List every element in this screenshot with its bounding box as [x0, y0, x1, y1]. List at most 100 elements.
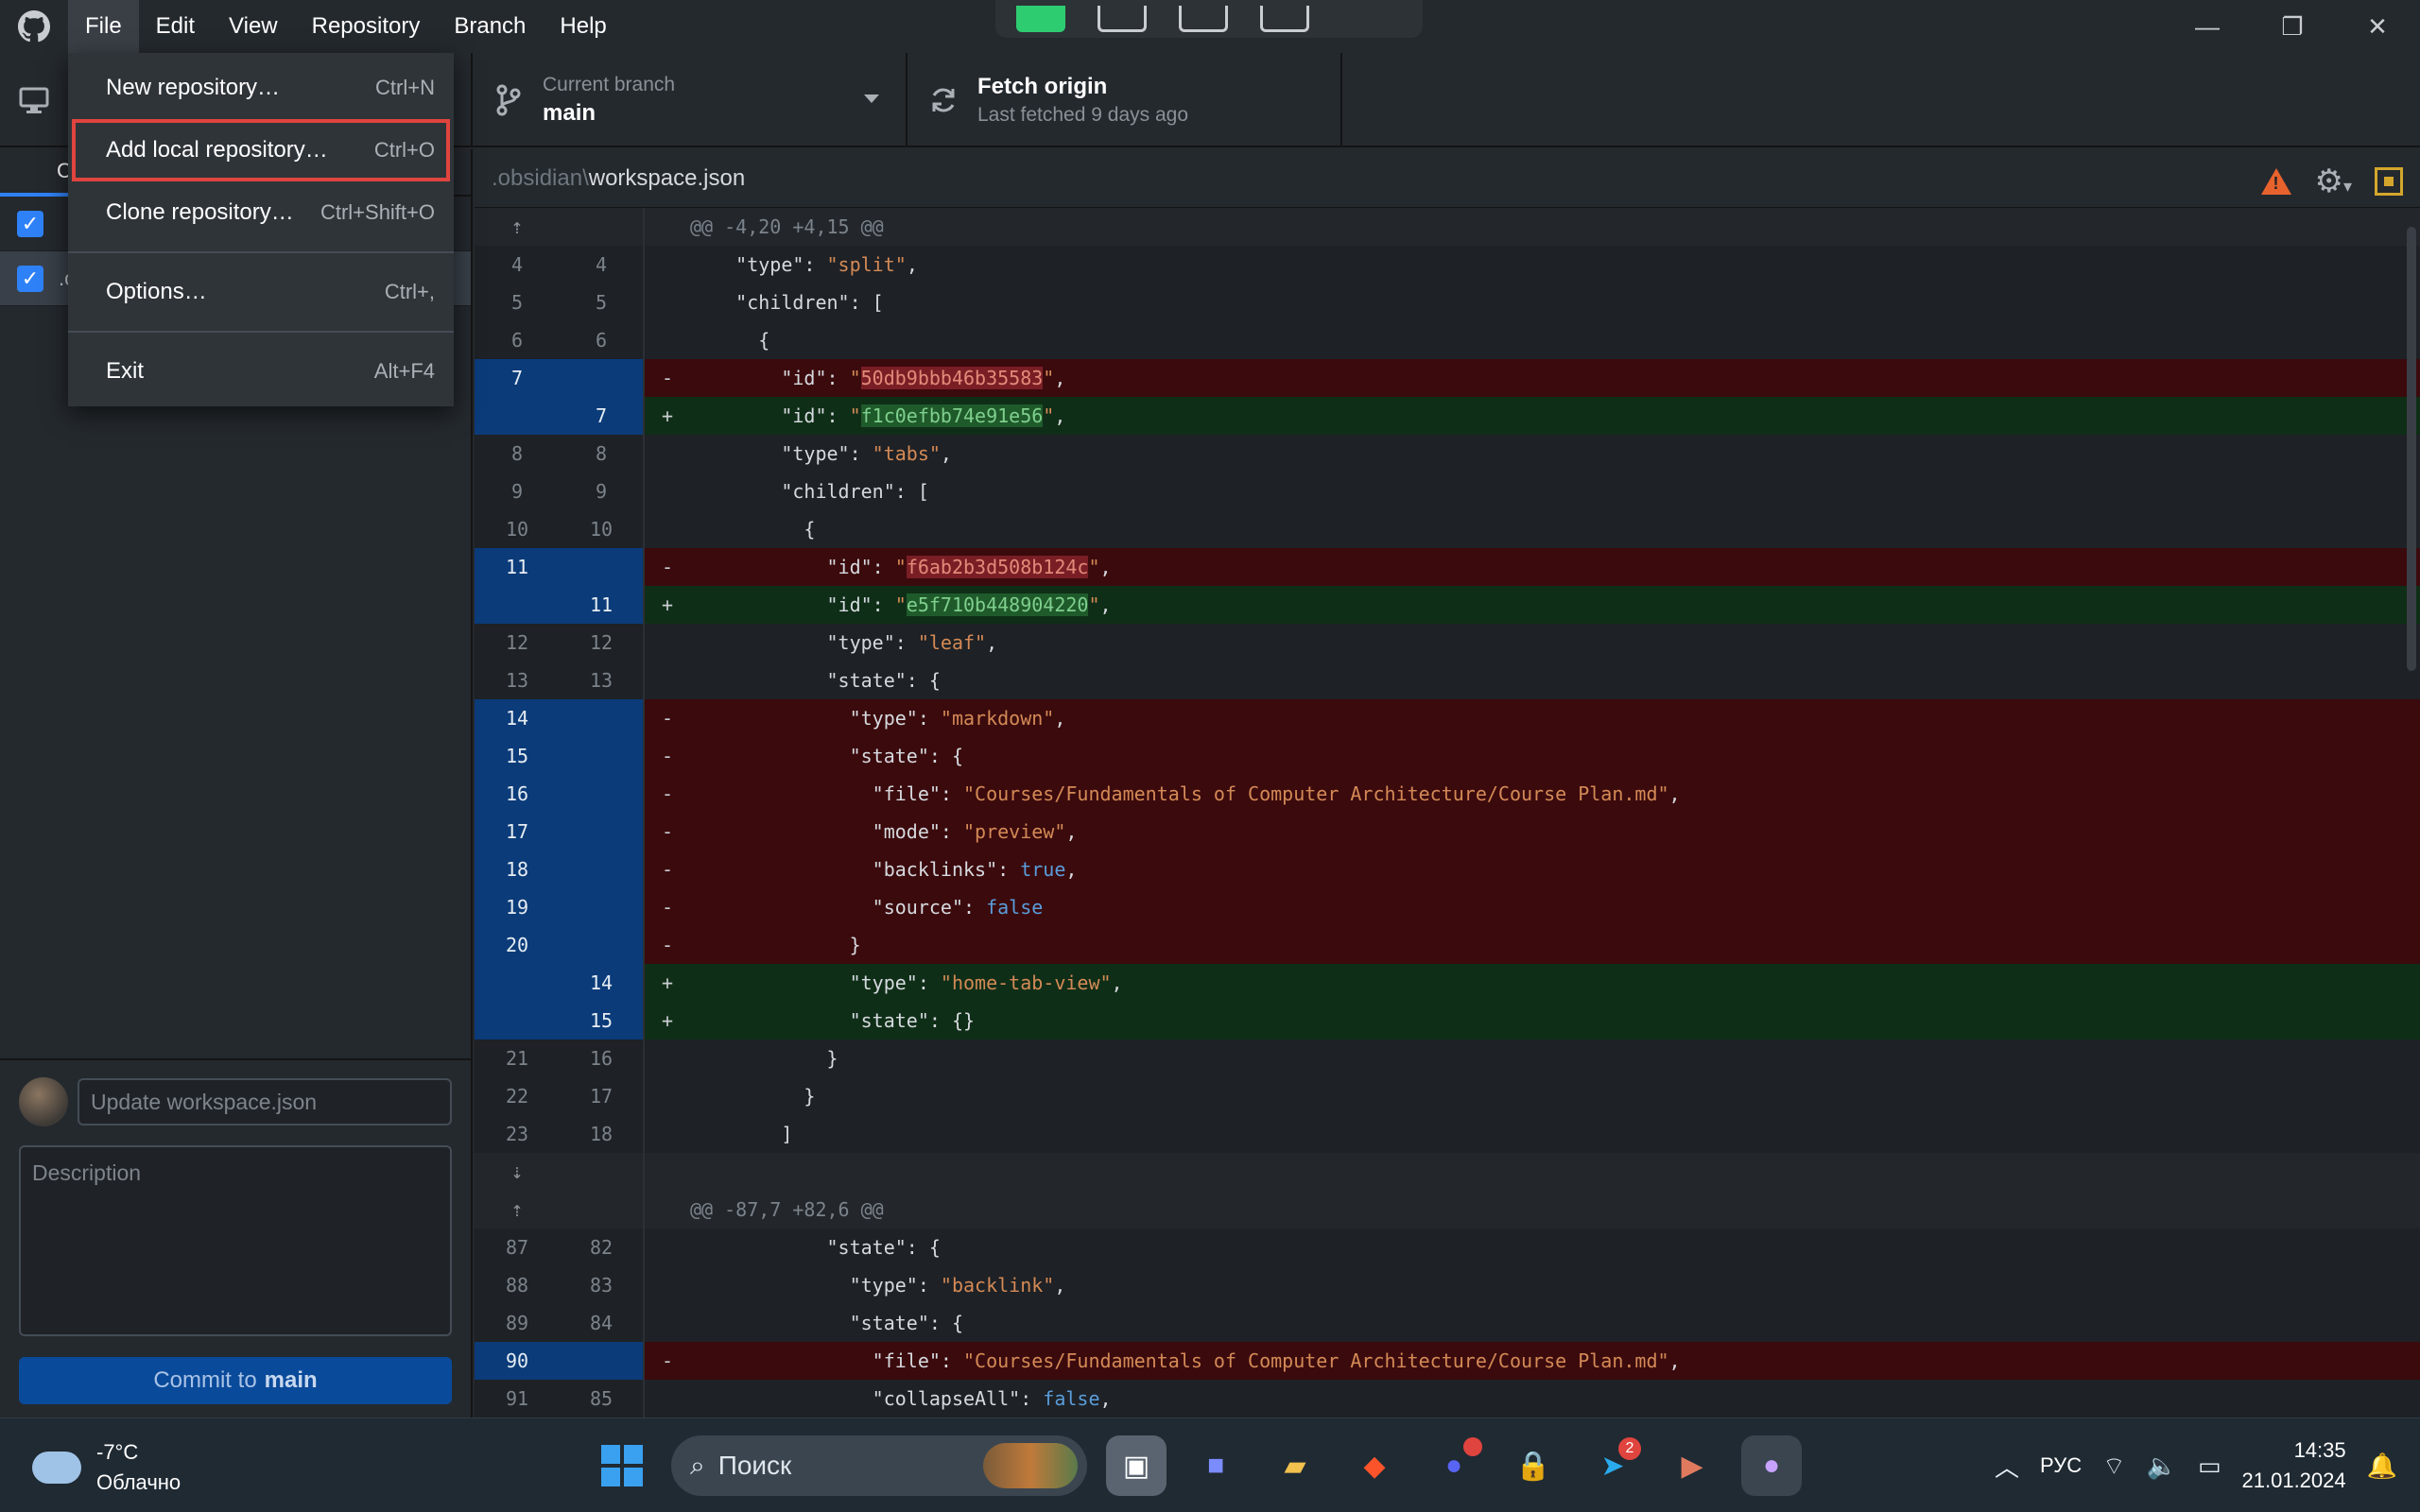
monitor-icon: [17, 83, 51, 117]
snap-layout-4-icon[interactable]: [1260, 6, 1309, 32]
menu-item-shortcut: Ctrl+,: [384, 280, 435, 303]
expand-up-icon[interactable]: ⇡: [475, 1191, 560, 1228]
snap-close-icon[interactable]: [1341, 6, 1375, 32]
gear-icon[interactable]: ⚙▾: [2314, 163, 2352, 200]
diff-line-removed[interactable]: 18 - "backlinks": true,: [475, 850, 2420, 888]
diff-line-removed[interactable]: 11 - "id": "f6ab2b3d508b124c",: [475, 548, 2420, 586]
volume-icon[interactable]: 🔈: [2147, 1452, 2177, 1481]
diff-options-icon[interactable]: [2375, 167, 2403, 196]
diff-line-context[interactable]: 88 83 "type": "backlink",: [475, 1266, 2420, 1304]
start-button[interactable]: [592, 1435, 652, 1496]
discord-icon[interactable]: ●: [1424, 1435, 1484, 1496]
diff-line-removed[interactable]: 14 - "type": "markdown",: [475, 699, 2420, 737]
diff-line-added[interactable]: 7 + "id": "f1c0efbb74e91e56",: [475, 397, 2420, 435]
commit-description-input[interactable]: Description: [19, 1145, 452, 1336]
fetch-origin-button[interactable]: Fetch origin Last fetched 9 days ago: [908, 53, 1342, 147]
old-line-number: 18: [475, 850, 560, 888]
menu-branch[interactable]: Branch: [437, 0, 543, 53]
commit-summary-input[interactable]: Update workspace.json: [78, 1078, 452, 1125]
diff-line-context[interactable]: 22 17 }: [475, 1077, 2420, 1115]
diff-line-removed[interactable]: 17 - "mode": "preview",: [475, 813, 2420, 850]
expand-down-icon[interactable]: ⇣: [475, 1153, 560, 1191]
new-line-number: 8: [560, 435, 645, 472]
diff-line-added[interactable]: 11 + "id": "e5f710b448904220",: [475, 586, 2420, 624]
old-line-number: 12: [505, 631, 529, 654]
media-player-icon[interactable]: ▶: [1662, 1435, 1722, 1496]
wifi-icon[interactable]: ⌔: [2102, 1451, 2125, 1482]
battery-icon[interactable]: ▭: [2198, 1452, 2221, 1481]
diff-line-context[interactable]: 10 10 {: [475, 510, 2420, 548]
file-path-name: workspace.json: [588, 164, 746, 191]
language-indicator[interactable]: РУС: [2040, 1453, 2082, 1478]
diff-line-removed[interactable]: 7 - "id": "50db9bbb46b35583",: [475, 359, 2420, 397]
telegram-icon[interactable]: ➤ 2: [1582, 1435, 1643, 1496]
close-button[interactable]: ✕: [2335, 0, 2420, 53]
expand-up-icon[interactable]: ⇡: [475, 208, 560, 246]
diff-line-context[interactable]: 6 6 {: [475, 321, 2420, 359]
menu-item-clone-repository[interactable]: Clone repository… Ctrl+Shift+O: [68, 181, 454, 244]
taskbar-search[interactable]: ⌕ Поиск: [671, 1435, 1087, 1496]
menu-item-exit[interactable]: Exit Alt+F4: [68, 340, 454, 403]
new-line-number: 83: [560, 1266, 645, 1304]
menu-view[interactable]: View: [212, 0, 295, 53]
snap-layout-1-icon[interactable]: [1016, 6, 1065, 32]
menu-edit[interactable]: Edit: [139, 0, 212, 53]
diff-line-added[interactable]: 15 + "state": {}: [475, 1002, 2420, 1040]
diff-line-context[interactable]: 89 84 "state": {: [475, 1304, 2420, 1342]
diff-sign: -: [661, 745, 674, 767]
diff-line-context[interactable]: 12 12 "type": "leaf",: [475, 624, 2420, 662]
file-checkbox[interactable]: ✓: [17, 265, 43, 292]
taskbar: -7°C Облачно ⌕ Поиск ▣ ■ ▰ ◆ ● 🔒 ➤ 2 ▶ ● …: [0, 1418, 2420, 1512]
code-text: "type": "backlink",: [849, 1274, 1066, 1297]
github-desktop-icon[interactable]: ●: [1741, 1435, 1802, 1496]
diff-line-added[interactable]: 14 + "type": "home-tab-view",: [475, 964, 2420, 1002]
snap-layout-2-icon[interactable]: [1098, 6, 1147, 32]
diff-line-removed[interactable]: 90 - "file": "Courses/Fundamentals of Com…: [475, 1342, 2420, 1380]
diff-line-context[interactable]: 23 18 ]: [475, 1115, 2420, 1153]
code-text: "mode": "preview",: [872, 820, 1078, 843]
diff-sign: -: [661, 556, 674, 578]
diff-line-removed[interactable]: 16 - "file": "Courses/Fundamentals of Com…: [475, 775, 2420, 813]
warning-icon[interactable]: !: [2261, 168, 2292, 195]
scrollbar[interactable]: [2407, 227, 2416, 671]
brave-browser-icon[interactable]: ◆: [1344, 1435, 1405, 1496]
hunk-header-text: @@ -87,7 +82,6 @@: [690, 1198, 884, 1221]
menu-item-add-local-repository[interactable]: Add local repository… Ctrl+O: [72, 119, 450, 181]
diff-line-context[interactable]: 21 16 }: [475, 1040, 2420, 1077]
restore-button[interactable]: ❐: [2250, 0, 2335, 53]
diff-line-context[interactable]: 13 13 "state": {: [475, 662, 2420, 699]
code-text: {: [690, 329, 770, 352]
menu-help[interactable]: Help: [543, 0, 623, 53]
diff-line-context[interactable]: 4 4 "type": "split",: [475, 246, 2420, 284]
current-branch-selector[interactable]: Current branch main: [473, 53, 908, 147]
video-chat-icon[interactable]: ■: [1185, 1435, 1246, 1496]
diff-line-context[interactable]: 9 9 "children": [: [475, 472, 2420, 510]
new-line-number: [560, 888, 645, 926]
diff-line-context[interactable]: 5 5 "children": [: [475, 284, 2420, 321]
diff-line-context[interactable]: 87 82 "state": {: [475, 1228, 2420, 1266]
notification-bell-icon[interactable]: 🔔: [2367, 1452, 2397, 1481]
minimize-button[interactable]: —: [2165, 0, 2250, 53]
code-text: "state": {: [826, 669, 941, 692]
chevron-up-icon[interactable]: ︿: [1995, 1449, 2019, 1484]
commit-button[interactable]: Commit to main: [19, 1357, 452, 1404]
diff-line-removed[interactable]: 20 - }: [475, 926, 2420, 964]
code-text: "id": "f6ab2b3d508b124c",: [826, 556, 1112, 578]
snap-layout-3-icon[interactable]: [1179, 6, 1228, 32]
lock-app-icon[interactable]: 🔒: [1503, 1435, 1564, 1496]
select-all-checkbox[interactable]: ✓: [17, 210, 43, 237]
new-line-number: 7: [560, 397, 645, 435]
diff-line-context[interactable]: 91 85 "collapseAll": false,: [475, 1380, 2420, 1418]
clock[interactable]: 14:35 21.01.2024: [2242, 1435, 2346, 1496]
diff-line-removed[interactable]: 19 - "source": false: [475, 888, 2420, 926]
weather-widget[interactable]: -7°C Облачно: [32, 1437, 181, 1498]
menu-repository[interactable]: Repository: [295, 0, 438, 53]
menu-item-options[interactable]: Options… Ctrl+,: [68, 261, 454, 323]
old-line-number: [475, 586, 560, 624]
file-explorer-icon[interactable]: ▰: [1265, 1435, 1325, 1496]
task-view-icon[interactable]: ▣: [1106, 1435, 1167, 1496]
menu-item-new-repository[interactable]: New repository… Ctrl+N: [68, 57, 454, 119]
menu-file[interactable]: File: [68, 0, 139, 53]
diff-line-removed[interactable]: 15 - "state": {: [475, 737, 2420, 775]
diff-line-context[interactable]: 8 8 "type": "tabs",: [475, 435, 2420, 472]
